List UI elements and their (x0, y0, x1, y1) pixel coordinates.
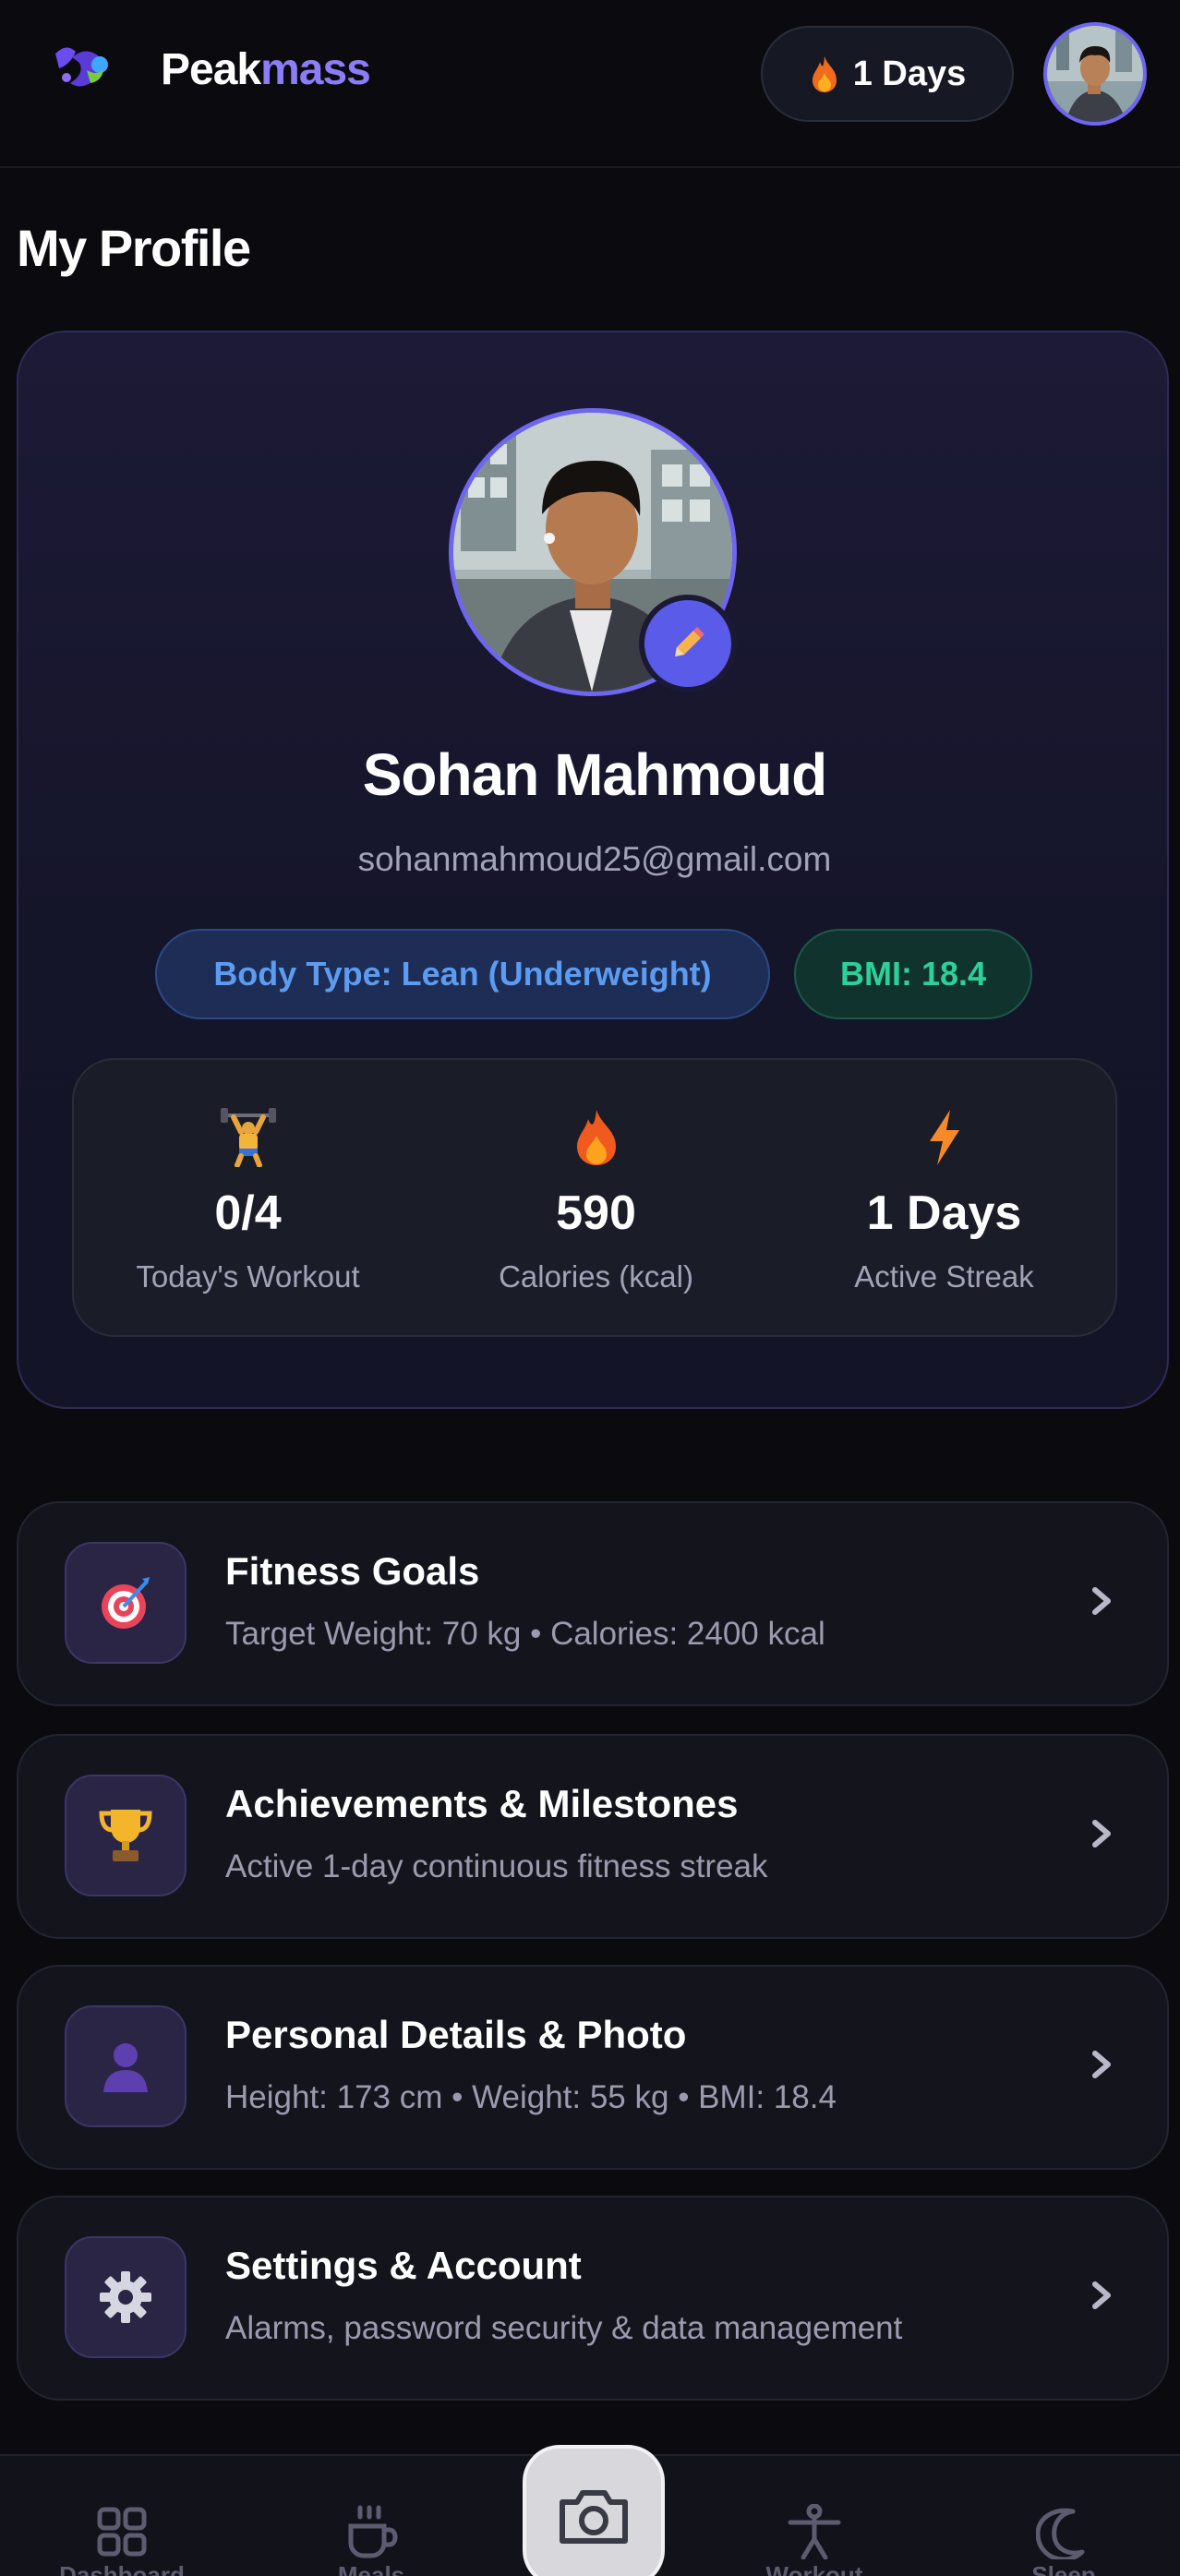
edit-photo-button[interactable] (639, 595, 737, 692)
pencil-icon (675, 627, 704, 656)
workout-icon (788, 2504, 841, 2559)
menu-title: Personal Details & Photo (225, 2013, 687, 2056)
header-avatar[interactable] (1043, 22, 1147, 126)
stat-value: 1 Days (866, 1186, 1022, 1240)
streak-pill[interactable]: 1 Days (761, 26, 1014, 122)
nav-sleep[interactable]: Sleep (962, 2456, 1165, 2576)
trophy-icon (99, 1810, 152, 1861)
nav-label: Meals (337, 2561, 405, 2576)
fire-icon (812, 56, 837, 92)
chevron-right-icon (1092, 2051, 1111, 2078)
lightning-icon (929, 1110, 959, 1165)
user-email: sohanmahmoud25@gmail.com (357, 840, 832, 878)
nav-label: Sleep (1031, 2561, 1096, 2576)
user-name: Sohan Mahmoud (362, 741, 828, 808)
target-icon (102, 1577, 150, 1629)
menu-item-settings[interactable]: Settings & Account Alarms, password secu… (17, 2196, 1169, 2401)
menu-title: Fitness Goals (225, 1549, 480, 1593)
profile-card: Sohan Mahmoud sohanmahmoud25@gmail.com B… (17, 331, 1169, 1409)
menu-subtitle: Alarms, password security & data managem… (225, 2310, 903, 2346)
stat-value: 590 (556, 1186, 636, 1240)
nav-label: Dashboard (59, 2561, 185, 2576)
stat-streak: 1 Days Active Streak (770, 1060, 1118, 1339)
gear-icon (100, 2271, 151, 2323)
menu-item-fitness-goals[interactable]: Fitness Goals Target Weight: 70 kg • Cal… (17, 1501, 1169, 1706)
top-header: Peakmass 1 Days (0, 0, 1180, 168)
camera-icon (560, 2490, 628, 2544)
menu-subtitle: Active 1-day continuous fitness streak (225, 1848, 768, 1884)
stat-value: 0/4 (214, 1186, 282, 1240)
stats-panel: 0/4 Today's Workout 590 Calories (kcal) … (72, 1058, 1117, 1337)
stat-calories: 590 Calories (kcal) (422, 1060, 770, 1339)
fire-icon (576, 1110, 616, 1165)
chevron-right-icon (1092, 1587, 1111, 1615)
body-type-badge: Body Type: Lean (Underweight) (155, 929, 770, 1019)
menu-item-personal-details[interactable]: Personal Details & Photo Height: 173 cm … (17, 1965, 1169, 2170)
nav-meals[interactable]: Meals (270, 2456, 473, 2576)
grid-icon (97, 2507, 147, 2557)
weightlifter-icon (220, 1108, 276, 1167)
nav-workout[interactable]: Workout (713, 2456, 916, 2576)
person-icon (103, 2043, 148, 2092)
stat-label: Today's Workout (136, 1259, 360, 1294)
menu-title: Settings & Account (225, 2244, 582, 2287)
moon-icon (1036, 2508, 1085, 2559)
brand-name: Peakmass (161, 45, 371, 94)
camera-button[interactable] (523, 2445, 665, 2576)
stat-label: Calories (kcal) (499, 1259, 693, 1294)
menu-subtitle: Height: 173 cm • Weight: 55 kg • BMI: 18… (225, 2079, 837, 2115)
page-title: My Profile (17, 219, 251, 277)
bmi-badge: BMI: 18.4 (794, 929, 1032, 1019)
nav-dashboard[interactable]: Dashboard (20, 2456, 223, 2576)
stat-label: Active Streak (854, 1259, 1034, 1294)
app-logo-icon[interactable] (48, 37, 122, 102)
menu-subtitle: Target Weight: 70 kg • Calories: 2400 kc… (225, 1616, 825, 1652)
chevron-right-icon (1092, 1820, 1111, 1848)
stat-workout: 0/4 Today's Workout (74, 1060, 422, 1339)
menu-title: Achievements & Milestones (225, 1782, 739, 1825)
chevron-right-icon (1092, 2281, 1111, 2309)
nav-label: Workout (765, 2561, 863, 2576)
streak-label: 1 Days (852, 54, 967, 93)
menu-item-achievements[interactable]: Achievements & Milestones Active 1-day c… (17, 1734, 1169, 1939)
cup-icon (348, 2505, 398, 2558)
